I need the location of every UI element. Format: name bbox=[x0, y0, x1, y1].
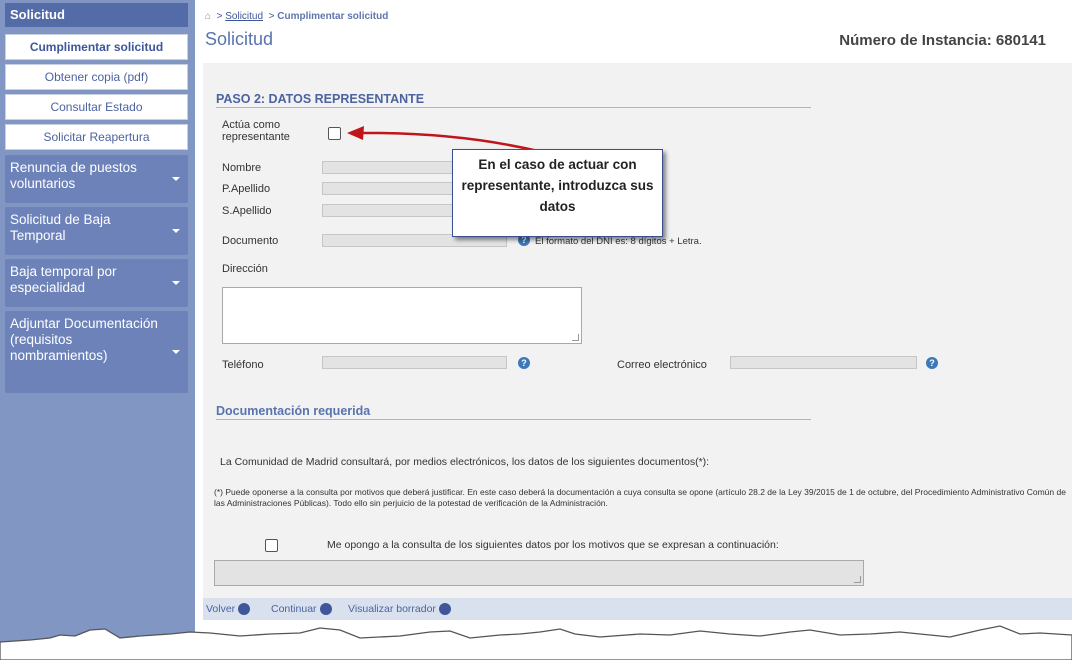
instance-number: Número de Instancia: 680141 bbox=[839, 32, 1046, 49]
dni-format-hint: El formato del DNI es: 8 dígitos + Letra… bbox=[535, 236, 702, 247]
breadcrumb-separator: > bbox=[268, 11, 275, 22]
oppose-reasons-textarea[interactable] bbox=[214, 560, 864, 586]
doc-section-title: Documentación requerida bbox=[216, 404, 371, 418]
nombre-label: Nombre bbox=[222, 162, 262, 174]
sidebar-item-solicitar-reapertura[interactable]: Solicitar Reapertura bbox=[5, 124, 188, 150]
oppose-label: Me opongo a la consulta de los siguiente… bbox=[327, 539, 779, 551]
sidebar-group-baja-especialidad[interactable]: Baja temporal por especialidad bbox=[5, 259, 188, 307]
breadcrumb-link-solicitud[interactable]: Solicitud bbox=[225, 11, 263, 22]
telefono-input[interactable] bbox=[322, 356, 507, 369]
continue-label: Continuar bbox=[271, 603, 317, 615]
sidebar-header-solicitud[interactable]: Solicitud bbox=[5, 3, 188, 27]
p-apellido-label: P.Apellido bbox=[222, 183, 271, 195]
back-label: Volver bbox=[206, 603, 236, 615]
chevron-down-icon bbox=[172, 229, 180, 233]
document-icon bbox=[438, 603, 451, 616]
step-title: PASO 2: DATOS REPRESENTANTE bbox=[216, 92, 425, 106]
telefono-label: Teléfono bbox=[222, 359, 264, 371]
documento-label: Documento bbox=[222, 235, 279, 247]
torn-edge bbox=[0, 625, 1072, 660]
help-icon[interactable]: ? bbox=[926, 357, 938, 369]
back-button[interactable]: Volver bbox=[206, 603, 251, 616]
sidebar-group-label: Solicitud de Baja Temporal bbox=[10, 212, 111, 243]
footer-actions: Volver Continuar Visualizar borrador bbox=[203, 598, 1072, 620]
sidebar-item-consultar-estado[interactable]: Consultar Estado bbox=[5, 94, 188, 120]
breadcrumb-current: Cumplimentar solicitud bbox=[277, 11, 389, 22]
sidebar-item-obtener-copia[interactable]: Obtener copia (pdf) bbox=[5, 64, 188, 90]
consult-text: La Comunidad de Madrid consultará, por m… bbox=[220, 456, 710, 468]
main-content: ⌂ > Solicitud > Cumplimentar solicitud S… bbox=[195, 0, 1072, 660]
callout-box: En el caso de actuar con representante, … bbox=[452, 149, 663, 237]
chevron-down-icon bbox=[172, 350, 180, 354]
home-icon[interactable]: ⌂ bbox=[205, 11, 211, 22]
draft-label: Visualizar borrador bbox=[348, 603, 436, 615]
correo-input[interactable] bbox=[730, 356, 917, 369]
direccion-label: Dirección bbox=[222, 263, 268, 275]
sidebar-item-cumplimentar[interactable]: Cumplimentar solicitud bbox=[5, 34, 188, 60]
sidebar-group-renuncia[interactable]: Renuncia de puestos voluntarios bbox=[5, 155, 188, 203]
correo-label: Correo electrónico bbox=[617, 359, 707, 371]
acts-as-label: Actúa como representante bbox=[222, 119, 290, 143]
form-panel: PASO 2: DATOS REPRESENTANTE Actúa como r… bbox=[203, 63, 1072, 598]
page-title: Solicitud bbox=[205, 29, 274, 49]
resize-handle-icon[interactable] bbox=[572, 334, 579, 341]
continue-button[interactable]: Continuar bbox=[271, 603, 332, 616]
divider bbox=[216, 419, 811, 420]
draft-button[interactable]: Visualizar borrador bbox=[348, 603, 451, 616]
chevron-down-icon bbox=[172, 177, 180, 181]
breadcrumb-separator: > bbox=[216, 11, 223, 22]
direccion-textarea[interactable] bbox=[222, 287, 582, 344]
legal-note: (*) Puede oponerse a la consulta por mot… bbox=[214, 487, 1066, 508]
help-icon[interactable]: ? bbox=[518, 357, 530, 369]
sidebar-group-label: Renuncia de puestos voluntarios bbox=[10, 160, 137, 191]
arrow-right-icon bbox=[319, 603, 332, 616]
s-apellido-label: S.Apellido bbox=[222, 205, 272, 217]
sidebar-group-adjuntar[interactable]: Adjuntar Documentación (requisitos nombr… bbox=[5, 311, 188, 393]
sidebar: Solicitud Cumplimentar solicitud Obtener… bbox=[0, 0, 195, 660]
sidebar-group-label: Adjuntar Documentación (requisitos nombr… bbox=[10, 316, 158, 363]
chevron-down-icon bbox=[172, 281, 180, 285]
oppose-checkbox[interactable] bbox=[265, 539, 278, 552]
divider bbox=[216, 107, 811, 108]
breadcrumb: ⌂ > Solicitud > Cumplimentar solicitud bbox=[205, 11, 388, 22]
acts-as-checkbox[interactable] bbox=[328, 127, 341, 140]
sidebar-group-label: Baja temporal por especialidad bbox=[10, 264, 117, 295]
sidebar-group-baja-temporal[interactable]: Solicitud de Baja Temporal bbox=[5, 207, 188, 255]
resize-handle-icon[interactable] bbox=[854, 576, 861, 583]
arrow-left-icon bbox=[238, 603, 251, 616]
